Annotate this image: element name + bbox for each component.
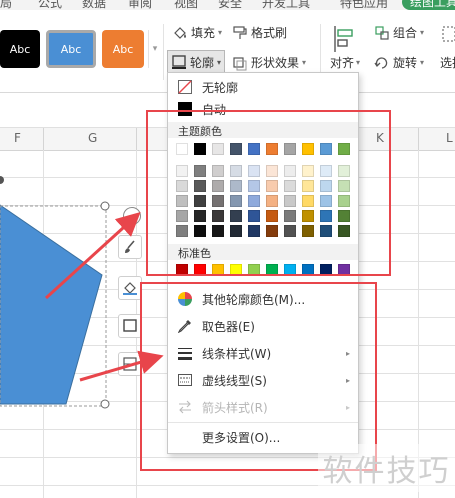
styles-more-button[interactable]: ▾ <box>148 30 161 68</box>
brush-tool-button[interactable] <box>118 235 142 259</box>
tab-review[interactable]: 审阅 <box>128 0 152 10</box>
select-label: 选择 <box>440 56 455 70</box>
group-label: 组合 <box>393 26 418 40</box>
fill-button[interactable]: 填充 ▾ <box>172 24 222 41</box>
tab-developer[interactable]: 开发工具 <box>262 0 310 10</box>
tab-view[interactable]: 视图 <box>174 0 198 10</box>
format-painter-icon <box>233 25 247 39</box>
no-outline-item[interactable]: 无轮廓 <box>168 76 358 98</box>
fill-tool-button[interactable] <box>118 276 142 300</box>
selection-icon[interactable] <box>441 24 455 46</box>
highlight-box-colors <box>146 110 391 276</box>
brush-icon <box>125 240 135 253</box>
more-tool-button[interactable] <box>118 352 142 376</box>
outline-tool-button[interactable] <box>118 314 142 338</box>
style-label: Abc <box>112 42 134 56</box>
format-painter-button[interactable]: 格式刷 <box>232 24 287 41</box>
highlight-box-options <box>140 282 377 471</box>
shape-style-blue[interactable]: Abc <box>46 30 96 68</box>
chevron-down-icon: ▾ <box>420 28 425 37</box>
rotate-button[interactable]: 旋转 ▾ <box>374 54 424 71</box>
group-icon <box>375 25 389 40</box>
column-header-g[interactable]: G <box>88 131 97 145</box>
column-header-l[interactable]: L <box>446 131 453 145</box>
paint-bucket-icon <box>123 282 137 295</box>
ribbon-tab-bar: 局 公式 数据 审阅 视图 安全 开发工具 特色应用 绘图工具 <box>0 0 455 10</box>
chevron-down-icon: ▾ <box>217 57 222 67</box>
no-outline-icon <box>178 80 192 94</box>
select-button[interactable]: 选择 <box>440 54 455 71</box>
outline-button[interactable]: 轮廓 ▾ <box>167 50 226 74</box>
chevron-down-icon: ▾ <box>218 28 223 37</box>
outline-label: 轮廓 <box>190 55 215 70</box>
chevron-down-icon: ▾ <box>356 58 361 67</box>
layout-icon <box>123 357 137 371</box>
watermark: 软件技巧 <box>318 444 455 492</box>
align-button[interactable]: 对齐 ▾ <box>330 54 360 71</box>
shape-effects-label: 形状效果 <box>251 56 300 70</box>
tab-data[interactable]: 数据 <box>82 0 106 10</box>
chevron-down-icon: ▾ <box>302 58 307 67</box>
tab-formulas[interactable]: 公式 <box>38 0 62 10</box>
no-outline-label: 无轮廓 <box>202 80 239 95</box>
shape-effects-button[interactable]: 形状效果 ▾ <box>232 54 306 71</box>
rotate-label: 旋转 <box>393 56 418 70</box>
rotate-icon <box>374 56 388 69</box>
tab-drawing-tools[interactable]: 绘图工具 <box>402 0 455 10</box>
tab-layout[interactable]: 局 <box>0 0 12 10</box>
style-label: Abc <box>9 42 31 56</box>
shape-style-black[interactable]: Abc <box>0 30 40 68</box>
outline-icon <box>172 55 186 69</box>
collapse-icon[interactable]: – <box>123 207 141 225</box>
fill-label: 填充 <box>191 26 216 40</box>
align-label: 对齐 <box>330 56 355 70</box>
style-label: Abc <box>60 42 82 56</box>
group-button[interactable]: 组合 ▾ <box>374 24 424 41</box>
paint-bucket-icon <box>174 26 186 39</box>
shape-style-orange[interactable]: Abc <box>102 30 144 68</box>
align-icon[interactable] <box>332 24 356 54</box>
shape-effects-icon <box>233 56 247 70</box>
outline-icon <box>123 319 137 332</box>
tab-security[interactable]: 安全 <box>218 0 242 10</box>
column-header-f[interactable]: F <box>14 131 21 145</box>
tab-special[interactable]: 特色应用 <box>340 0 388 10</box>
format-painter-label: 格式刷 <box>251 26 288 40</box>
chevron-down-icon: ▾ <box>420 58 425 67</box>
